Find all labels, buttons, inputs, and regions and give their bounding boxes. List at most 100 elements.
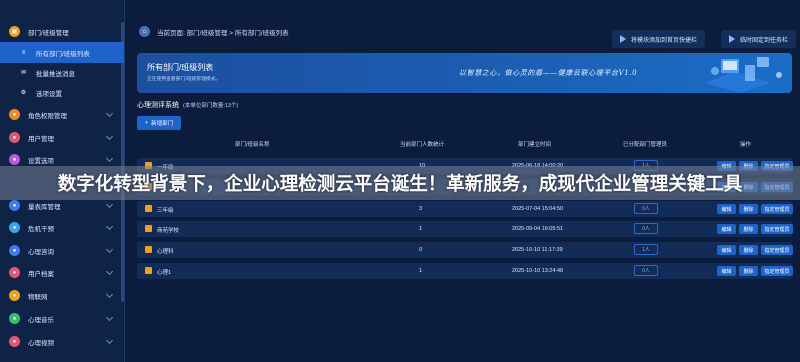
department-panel: 心理测评系统 (本单位部门数量:13个) + 新增部门 部门/班级名称 当前部门人… [125, 96, 800, 362]
edit-button[interactable]: 编辑 [717, 204, 736, 214]
assign-manager-button[interactable]: 指定管理员 [761, 224, 793, 234]
panel-title: 心理测评系统 (本单位部门数量:13个) [137, 100, 238, 110]
sidebar-item-label: 批量推送消息 [36, 70, 75, 78]
column-header-name: 部门/班级名称 [235, 142, 270, 148]
list-icon: ≡ [21, 49, 26, 56]
department-count-note: (本单位部门数量:13个) [183, 103, 239, 109]
column-header-managers: 已分配部门管理员 [623, 142, 668, 148]
chevron-down-icon [105, 290, 114, 299]
chevron-down-icon [105, 245, 114, 254]
column-header-created: 部门建立时间 [518, 142, 552, 148]
department-name: 心理科 [157, 249, 174, 255]
sidebar-menu-label: 设置选项 [28, 157, 54, 165]
chevron-down-icon [105, 109, 114, 118]
pin-to-taskbar-label: 临时固定到任务栏 [740, 37, 789, 44]
table-row: 心理科 0 2025-10-10 11:17:39 1人 编辑 删除 指定管理员 [137, 242, 793, 258]
sidebar-menu-label: 心理咨询 [28, 248, 54, 256]
sidebar-menu-label: 量表库管理 [28, 203, 61, 211]
consult-icon: ● [9, 245, 20, 256]
profile-icon: ● [9, 267, 20, 278]
sidebar-menu-users[interactable]: ● 用户管理 [0, 127, 120, 148]
created-time: 2025-07-04 15:04:50 [512, 206, 564, 212]
manager-count-button[interactable]: 1人 [634, 244, 658, 255]
crisis-icon: ● [9, 222, 20, 233]
sidebar-menu-roles[interactable]: ● 角色权限管理 [0, 104, 120, 125]
add-department-button[interactable]: + 新增部门 [137, 116, 181, 130]
sidebar-menu-label: 心理视频 [28, 339, 54, 347]
sidebar-item-batch-message[interactable]: ✉ 批量推送消息 [0, 62, 120, 83]
sidebar-menu-label: 用户管理 [28, 135, 54, 143]
manager-count-button[interactable]: 0人 [634, 265, 658, 276]
department-name: 心理1 [157, 270, 172, 276]
sidebar-menu-iot[interactable]: ● 物联网 [0, 285, 120, 306]
sidebar-group-label: 部门/班级管理 [28, 29, 69, 37]
sidebar-menu-label: 用户档案 [28, 270, 54, 278]
row-checkbox[interactable] [145, 205, 152, 212]
manager-count-button[interactable]: 0人 [634, 203, 658, 214]
row-checkbox[interactable] [145, 246, 152, 253]
sidebar-item-option-settings[interactable]: ⚙ 选项设置 [0, 82, 120, 103]
assign-manager-button[interactable]: 指定管理员 [761, 204, 793, 214]
table-header: 部门/班级名称 当前部门人数统计 部门建立时间 已分配部门管理员 操作 [137, 137, 792, 151]
add-to-shortcut-label: 将模块添加到首页快捷栏 [631, 37, 698, 44]
edit-button[interactable]: 编辑 [717, 224, 736, 234]
sidebar-menu-consult[interactable]: ● 心理咨询 [0, 240, 120, 261]
chevron-down-icon [105, 154, 114, 163]
add-to-shortcut-button[interactable]: 将模块添加到首页快捷栏 [612, 30, 706, 48]
assign-manager-button[interactable]: 指定管理员 [761, 245, 793, 255]
assign-manager-button[interactable]: 指定管理员 [761, 266, 793, 276]
member-count: 1 [419, 226, 423, 232]
add-department-label: 新增部门 [151, 121, 174, 127]
manager-count-button[interactable]: 0人 [634, 223, 658, 234]
sidebar-menu-label: 角色权限管理 [28, 112, 67, 120]
sidebar-menu-music[interactable]: ● 心理音乐 [0, 308, 120, 329]
role-icon: ● [9, 109, 20, 120]
banner-illustration [705, 57, 782, 93]
department-name: 三年级 [157, 208, 174, 214]
created-time: 2025-10-10 13:24:48 [512, 268, 564, 274]
home-icon[interactable]: ⌂ [139, 26, 150, 37]
department-name: 商苑学校 [157, 228, 180, 234]
app-window: ▣ 部门/班级管理 ≡ 所有部门/班级列表 ✉ 批量推送消息 ⚙ 选项设置 ● … [0, 0, 800, 362]
settings-icon: ⚙ [20, 90, 27, 96]
row-checkbox[interactable] [145, 225, 152, 232]
overlay-caption-text: 数字化转型背景下，企业心理检测云平台诞生！革新服务，成现代企业管理关键工具 [57, 173, 743, 194]
delete-button[interactable]: 删除 [739, 266, 758, 276]
member-count: 3 [419, 206, 423, 212]
sidebar-scrollbar[interactable] [121, 22, 124, 302]
music-icon: ● [9, 313, 20, 324]
sidebar-menu-label: 物联网 [28, 293, 48, 301]
send-icon [729, 35, 735, 43]
delete-button[interactable]: 删除 [739, 224, 758, 234]
sidebar-menu-video[interactable]: ● 心理视频 [0, 331, 120, 352]
delete-button[interactable]: 删除 [739, 204, 758, 214]
video-icon: ● [9, 336, 20, 347]
scale-library-icon: ● [9, 200, 20, 211]
breadcrumb: 当前页面: 部门/班级管理 > 所有部门/班级列表 [157, 30, 289, 37]
edit-button[interactable]: 编辑 [717, 266, 736, 276]
row-checkbox[interactable] [145, 267, 152, 274]
sidebar-item-department-list[interactable]: ≡ 所有部门/班级列表 [0, 42, 124, 63]
user-icon: ● [9, 132, 20, 143]
iot-icon: ● [9, 290, 20, 301]
sidebar-menu-label: 危机干预 [28, 225, 54, 233]
chevron-down-icon [105, 132, 114, 141]
gear-icon: ● [9, 154, 20, 165]
sidebar-group-department[interactable]: ▣ 部门/班级管理 [0, 21, 120, 42]
chevron-down-icon [105, 222, 114, 231]
sidebar-item-label: 所有部门/班级列表 [36, 50, 90, 58]
page-banner: 所有部门/班级列表 正在使用查看部门/班级管理模式。 以智慧之心，做心灵的盾——… [137, 53, 792, 93]
edit-button[interactable]: 编辑 [717, 245, 736, 255]
sidebar-menu-label: 心理音乐 [28, 316, 54, 324]
plus-icon: + [144, 120, 149, 126]
member-count: 1 [419, 268, 423, 274]
sidebar-item-label: 选项设置 [36, 90, 62, 98]
member-count: 0 [419, 247, 423, 253]
sidebar-menu-profile[interactable]: ● 用户档案 [0, 262, 120, 283]
sidebar-menu-crisis[interactable]: ● 危机干预 [0, 217, 120, 238]
column-header-count: 当前部门人数统计 [400, 142, 445, 148]
message-icon: ✉ [20, 70, 27, 76]
delete-button[interactable]: 删除 [739, 245, 758, 255]
pin-to-taskbar-button[interactable]: 临时固定到任务栏 [721, 30, 797, 48]
overlay-caption: 数字化转型背景下，企业心理检测云平台诞生！革新服务，成现代企业管理关键工具 [0, 166, 800, 200]
